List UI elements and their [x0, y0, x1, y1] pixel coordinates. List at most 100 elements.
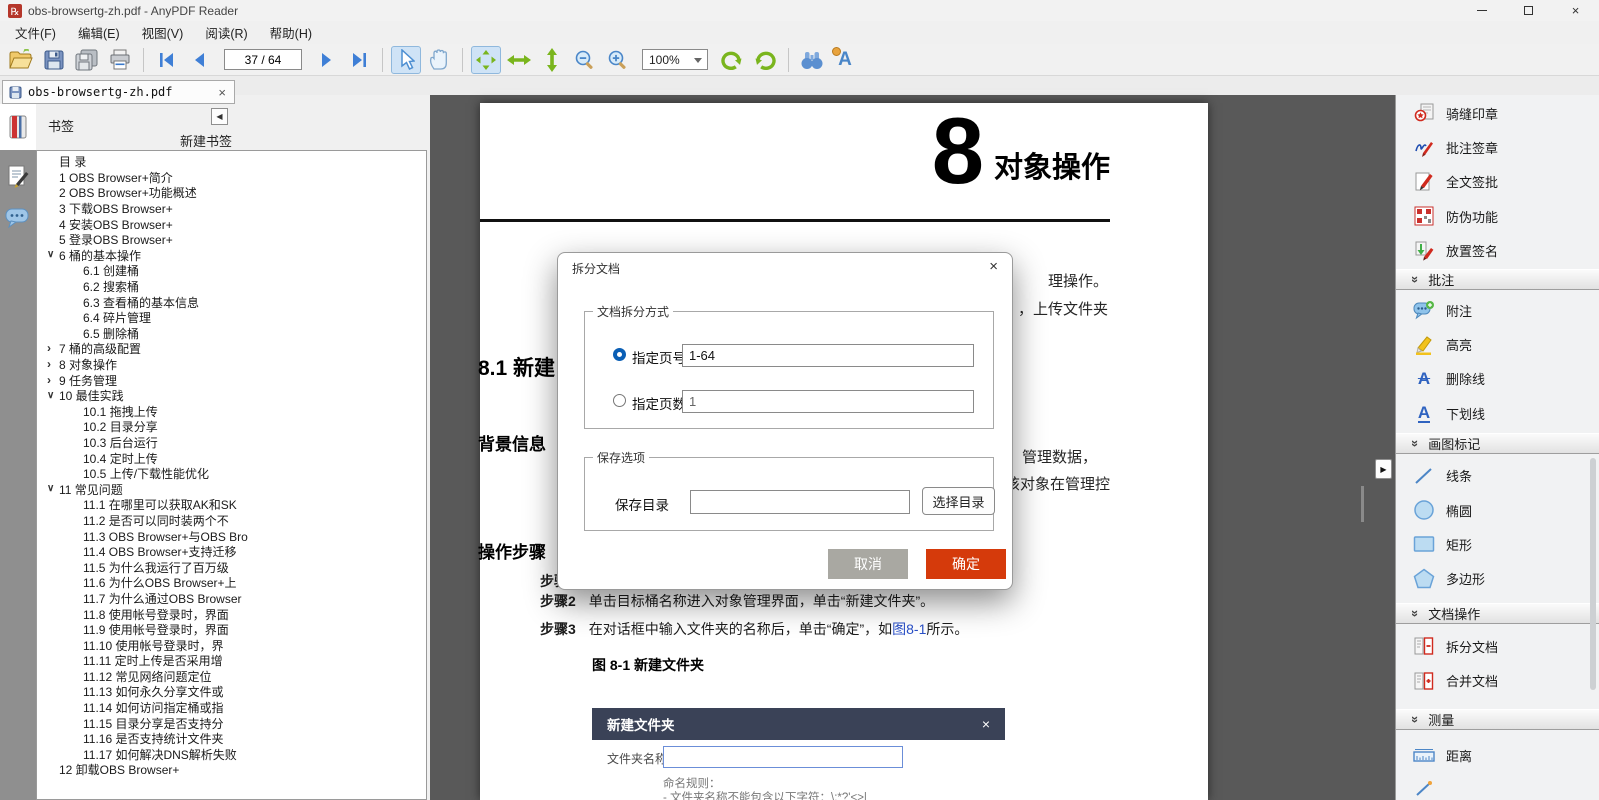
comments-tab-button[interactable]: [0, 198, 36, 238]
next-page-button[interactable]: [311, 46, 341, 74]
first-page-button[interactable]: [152, 46, 182, 74]
document-tab[interactable]: obs-browsertg-zh.pdf ×: [2, 80, 235, 104]
bookmark-tree-item[interactable]: 10.1 拖拽上传: [37, 404, 426, 420]
tool-strikethrough[interactable]: A 删除线: [1396, 362, 1599, 396]
tool-underline[interactable]: A 下划线: [1396, 396, 1599, 430]
save-button[interactable]: [39, 46, 69, 74]
minimize-button[interactable]: [1458, 0, 1505, 21]
section-document-operations[interactable]: » 文档操作: [1396, 603, 1599, 625]
bookmark-tree-item[interactable]: 11.10 使用帐号登录时，界: [37, 637, 426, 653]
last-page-button[interactable]: [344, 46, 374, 74]
bookmark-tree-item[interactable]: 目 录: [37, 154, 426, 170]
tool-polygon[interactable]: 多边形: [1396, 562, 1599, 596]
figure-link[interactable]: 图8-1: [892, 621, 926, 637]
fit-page-button[interactable]: [471, 45, 501, 74]
bookmarks-tab-button[interactable]: [0, 104, 36, 150]
tool-split-document[interactable]: 拆分文档: [1396, 629, 1599, 663]
print-button[interactable]: [105, 46, 135, 74]
bookmark-tree-item[interactable]: 11.3 OBS Browser+与OBS Bro: [37, 528, 426, 544]
radio-page-count[interactable]: [613, 394, 626, 407]
collapse-panel-button[interactable]: ◀: [211, 108, 228, 125]
bookmark-tree-item[interactable]: 11.11 定时上传是否采用增: [37, 653, 426, 669]
previous-page-button[interactable]: [185, 46, 215, 74]
bookmark-tree-item[interactable]: 1 OBS Browser+简介: [37, 170, 426, 186]
tool-merge-document[interactable]: 合并文档: [1396, 663, 1599, 697]
zoom-level-select[interactable]: 100%: [642, 49, 708, 70]
bookmark-tree-item[interactable]: 7 桶的高级配置: [37, 341, 426, 357]
section-drawing-markup[interactable]: » 画图标记: [1396, 432, 1599, 454]
bookmark-tree-item[interactable]: 10.4 定时上传: [37, 450, 426, 466]
save-all-button[interactable]: [72, 46, 102, 74]
signature-tab-button[interactable]: [0, 154, 36, 198]
tool-seal-across-pages[interactable]: 骑缝印章: [1396, 96, 1599, 130]
bookmark-tree-item[interactable]: 11 常见问题: [37, 481, 426, 497]
fit-width-button[interactable]: [504, 46, 534, 74]
bookmark-tree-item[interactable]: 6.3 查看桶的基本信息: [37, 294, 426, 310]
bookmark-tree-item[interactable]: 6.4 碎片管理: [37, 310, 426, 326]
choose-directory-button[interactable]: 选择目录: [922, 487, 995, 515]
zoom-in-button[interactable]: [603, 46, 633, 74]
maximize-button[interactable]: [1505, 0, 1552, 21]
page-numbers-input[interactable]: [682, 344, 974, 367]
tool-place-signature[interactable]: 放置签名: [1396, 234, 1599, 268]
bookmark-tree-item[interactable]: 11.1 在哪里可以获取AK和SK: [37, 497, 426, 513]
radio-page-numbers[interactable]: [613, 348, 626, 361]
tool-full-text-sign[interactable]: 全文签批: [1396, 165, 1599, 199]
bookmark-tree-item[interactable]: 6 桶的基本操作: [37, 248, 426, 264]
bookmark-tree-item[interactable]: 10 最佳实践: [37, 388, 426, 404]
bookmark-tree-item[interactable]: 3 下载OBS Browser+: [37, 201, 426, 217]
find-button[interactable]: [797, 46, 827, 74]
save-directory-input[interactable]: [690, 490, 910, 514]
section-annotations[interactable]: » 批注: [1396, 268, 1599, 290]
section-measure[interactable]: » 测量: [1396, 708, 1599, 730]
bookmark-tree-item[interactable]: 11.5 为什么我运行了百万级: [37, 559, 426, 575]
bookmark-tree-item[interactable]: 6.2 搜索桶: [37, 279, 426, 295]
tool-line[interactable]: 线条: [1396, 459, 1599, 493]
bookmark-tree-item[interactable]: 11.17 如何解决DNS解析失败: [37, 747, 426, 763]
tool-anti-counterfeit[interactable]: 防伪功能: [1396, 199, 1599, 233]
fit-height-button[interactable]: [537, 46, 567, 74]
bookmark-tree-item[interactable]: 11.6 为什么OBS Browser+上: [37, 575, 426, 591]
tool-distance[interactable]: 距离: [1396, 738, 1599, 772]
text-appearance-button[interactable]: A: [830, 46, 860, 74]
bookmark-tree-item[interactable]: 8 对象操作: [37, 357, 426, 373]
tool-ellipse[interactable]: 椭圆: [1396, 493, 1599, 527]
open-file-button[interactable]: [6, 46, 36, 74]
bookmark-tree-item[interactable]: 6.1 创建桶: [37, 263, 426, 279]
bookmark-tree-item[interactable]: 11.4 OBS Browser+支持迁移: [37, 544, 426, 560]
cancel-button[interactable]: 取消: [828, 549, 908, 579]
bookmark-tree-item[interactable]: 2 OBS Browser+功能概述: [37, 185, 426, 201]
bookmark-tree-item[interactable]: 6.5 删除桶: [37, 326, 426, 342]
bookmark-tree-item[interactable]: 11.14 如何访问指定桶或指: [37, 700, 426, 716]
menu-item[interactable]: 文件(F): [4, 21, 67, 44]
ok-button[interactable]: 确定: [926, 549, 1006, 579]
bookmark-tree-item[interactable]: 10.5 上传/下载性能优化: [37, 466, 426, 482]
page-number-input[interactable]: [224, 49, 302, 70]
tool-note[interactable]: 附注: [1396, 293, 1599, 327]
tool-rectangle[interactable]: 矩形: [1396, 527, 1599, 561]
vertical-scrollbar-thumb[interactable]: [1361, 486, 1364, 522]
dialog-close-icon[interactable]: ×: [989, 258, 998, 275]
tool-perimeter-partial[interactable]: [1396, 772, 1599, 800]
bookmark-tree-item[interactable]: 9 任务管理: [37, 372, 426, 388]
new-bookmark-button[interactable]: 新建书签: [180, 131, 232, 150]
bookmark-tree-item[interactable]: 11.9 使用帐号登录时，界面: [37, 622, 426, 638]
bookmark-tree-item[interactable]: 11.7 为什么通过OBS Browser: [37, 591, 426, 607]
bookmark-tree-item[interactable]: 11.13 如何永久分享文件或: [37, 684, 426, 700]
expand-panel-button[interactable]: ▶: [1375, 459, 1392, 479]
select-tool-button[interactable]: [391, 45, 421, 74]
tool-annotation-signature[interactable]: 批注签章: [1396, 130, 1599, 164]
bookmark-tree-item[interactable]: 11.15 目录分享是否支持分: [37, 715, 426, 731]
menu-item[interactable]: 视图(V): [131, 21, 195, 44]
menu-item[interactable]: 帮助(H): [259, 21, 323, 44]
bookmark-tree-item[interactable]: 11.2 是否可以同时装两个不: [37, 513, 426, 529]
sidebar-scrollbar-thumb[interactable]: [1590, 458, 1596, 690]
bookmark-tree-item[interactable]: 4 安装OBS Browser+: [37, 216, 426, 232]
rotate-right-button[interactable]: [750, 46, 780, 74]
bookmark-tree-item[interactable]: 10.3 后台运行: [37, 435, 426, 451]
menu-item[interactable]: 阅读(R): [194, 21, 258, 44]
tool-highlight[interactable]: 高亮: [1396, 327, 1599, 361]
bookmark-tree-item[interactable]: 11.16 是否支持统计文件夹: [37, 731, 426, 747]
bookmark-tree-item[interactable]: 5 登录OBS Browser+: [37, 232, 426, 248]
bookmark-tree-item[interactable]: 10.2 目录分享: [37, 419, 426, 435]
